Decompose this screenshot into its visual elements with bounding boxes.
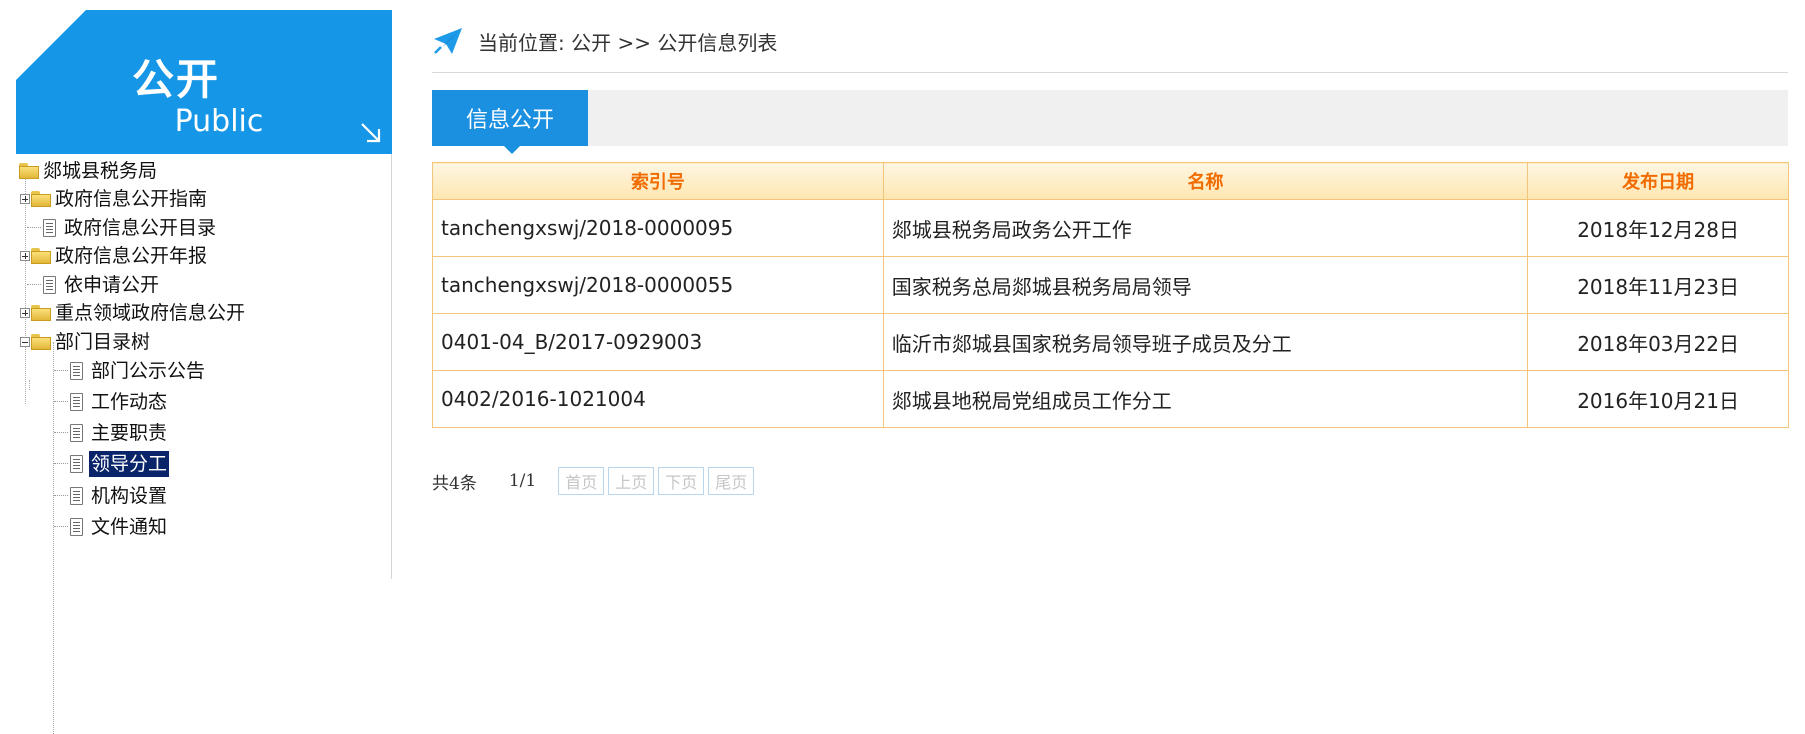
banner-title: 公开 — [131, 55, 220, 104]
banner-subtitle: Public — [174, 104, 264, 139]
pager-total: 共4条 — [432, 473, 477, 494]
tree-child-leadership[interactable]: 领导分工 — [54, 449, 170, 479]
tab-bar: 信息公开 — [432, 90, 1788, 154]
tree-item-key-areas[interactable]: 重点领域政府信息公开 — [20, 298, 247, 328]
folder-icon — [31, 248, 51, 264]
cell-title-link[interactable]: 郯城县税务局政务公开工作 — [882, 199, 1529, 257]
cell-title-link[interactable]: 郯城县地税局党组成员工作分工 — [882, 370, 1529, 428]
expand-icon[interactable] — [20, 251, 30, 261]
paper-plane-icon — [434, 28, 462, 54]
tree-child-notices[interactable]: 部门公示公告 — [54, 356, 207, 386]
tree-child-news[interactable]: 工作动态 — [54, 387, 169, 417]
document-icon — [70, 518, 83, 536]
column-header-date: 发布日期 — [1527, 162, 1789, 200]
tree-item-label: 重点领域政府信息公开 — [55, 302, 246, 324]
arrow-down-right-icon — [361, 123, 381, 143]
tree-item-label: 部门目录树 — [55, 331, 151, 353]
tree-child-label-selected: 领导分工 — [89, 451, 170, 477]
column-header-index: 索引号 — [432, 162, 884, 200]
document-icon — [43, 219, 56, 237]
tree-child-label: 机构设置 — [91, 485, 168, 507]
cell-date: 2018年03月22日 — [1527, 313, 1789, 371]
document-icon — [70, 487, 83, 505]
tab-label: 信息公开 — [465, 108, 554, 133]
tree-item-on-request[interactable]: 依申请公开 — [27, 270, 161, 300]
folder-icon — [31, 334, 51, 350]
expand-icon[interactable] — [20, 308, 30, 318]
pagination: 共4条 1/1 首页 上页 下页 尾页 — [432, 466, 755, 496]
tree-root[interactable]: 郯城县税务局 — [19, 156, 159, 186]
breadcrumb-divider — [432, 72, 1788, 73]
cell-title-link[interactable]: 国家税务总局郯城县税务局局领导 — [882, 256, 1529, 314]
tree-item-label: 依申请公开 — [64, 274, 160, 296]
tree-child-files[interactable]: 文件通知 — [54, 512, 169, 542]
cell-date: 2018年11月23日 — [1527, 256, 1789, 314]
cell-index: tanchengxswj/2018-0000055 — [432, 256, 884, 314]
folder-icon — [31, 305, 51, 321]
pager-last-button[interactable]: 尾页 — [708, 467, 755, 495]
tree-child-label: 文件通知 — [91, 516, 168, 538]
table-row[interactable]: tanchengxswj/2018-0000055 国家税务总局郯城县税务局局领… — [432, 256, 1789, 314]
document-icon — [43, 276, 56, 294]
tree-child-label: 部门公示公告 — [91, 360, 206, 382]
tree-item-dept-tree[interactable]: 部门目录树 — [20, 327, 152, 357]
column-header-name: 名称 — [882, 162, 1529, 200]
table-header-row: 索引号 名称 发布日期 — [432, 162, 1789, 200]
table-row[interactable]: 0402/2016-1021004 郯城县地税局党组成员工作分工 2016年10… — [432, 370, 1789, 428]
cell-index: tanchengxswj/2018-0000095 — [432, 199, 884, 257]
table-row[interactable]: 0401-04_B/2017-0929003 临沂市郯城县国家税务局领导班子成员… — [432, 313, 1789, 371]
tree-item-label: 政府信息公开年报 — [55, 245, 208, 267]
pager-page-indicator: 1/1 — [508, 471, 537, 491]
section-banner: 公开 Public — [16, 10, 392, 154]
tree-item-annual-report[interactable]: 政府信息公开年报 — [20, 241, 209, 271]
tree-root-label: 郯城县税务局 — [43, 160, 158, 182]
pager-first-button[interactable]: 首页 — [558, 467, 605, 495]
tree-item-label: 政府信息公开指南 — [55, 188, 208, 210]
document-icon — [70, 424, 83, 442]
folder-icon — [31, 191, 51, 207]
tree-child-org[interactable]: 机构设置 — [54, 481, 169, 511]
cell-date: 2016年10月21日 — [1527, 370, 1789, 428]
sidebar-divider — [391, 154, 392, 579]
breadcrumb-text: 当前位置: 公开 >> 公开信息列表 — [478, 30, 778, 55]
info-table: 索引号 名称 发布日期 tanchengxswj/2018-0000095 郯城… — [432, 162, 1789, 428]
table-row[interactable]: tanchengxswj/2018-0000095 郯城县税务局政务公开工作 2… — [432, 199, 1789, 257]
tree-child-label: 主要职责 — [91, 422, 168, 444]
tree-child-label: 工作动态 — [91, 391, 168, 413]
tree-child-duties[interactable]: 主要职责 — [54, 418, 169, 448]
folder-icon — [19, 163, 39, 179]
document-icon — [70, 393, 83, 411]
expand-icon[interactable] — [20, 194, 30, 204]
tree-item-guide[interactable]: 政府信息公开指南 — [20, 184, 209, 214]
document-icon — [70, 362, 83, 380]
cell-title-link[interactable]: 临沂市郯城县国家税务局领导班子成员及分工 — [882, 313, 1529, 371]
tree-item-label: 政府信息公开目录 — [64, 217, 217, 239]
pager-prev-button[interactable]: 上页 — [608, 467, 655, 495]
document-icon — [70, 455, 83, 473]
tab-info-disclosure[interactable]: 信息公开 — [432, 90, 588, 154]
breadcrumb: 当前位置: 公开 >> 公开信息列表 — [432, 24, 777, 58]
cell-date: 2018年12月28日 — [1527, 199, 1789, 257]
tree-item-catalog[interactable]: 政府信息公开目录 — [27, 213, 218, 243]
cell-index: 0401-04_B/2017-0929003 — [432, 313, 884, 371]
pager-next-button[interactable]: 下页 — [658, 467, 705, 495]
collapse-icon[interactable] — [20, 337, 30, 347]
cell-index: 0402/2016-1021004 — [432, 370, 884, 428]
